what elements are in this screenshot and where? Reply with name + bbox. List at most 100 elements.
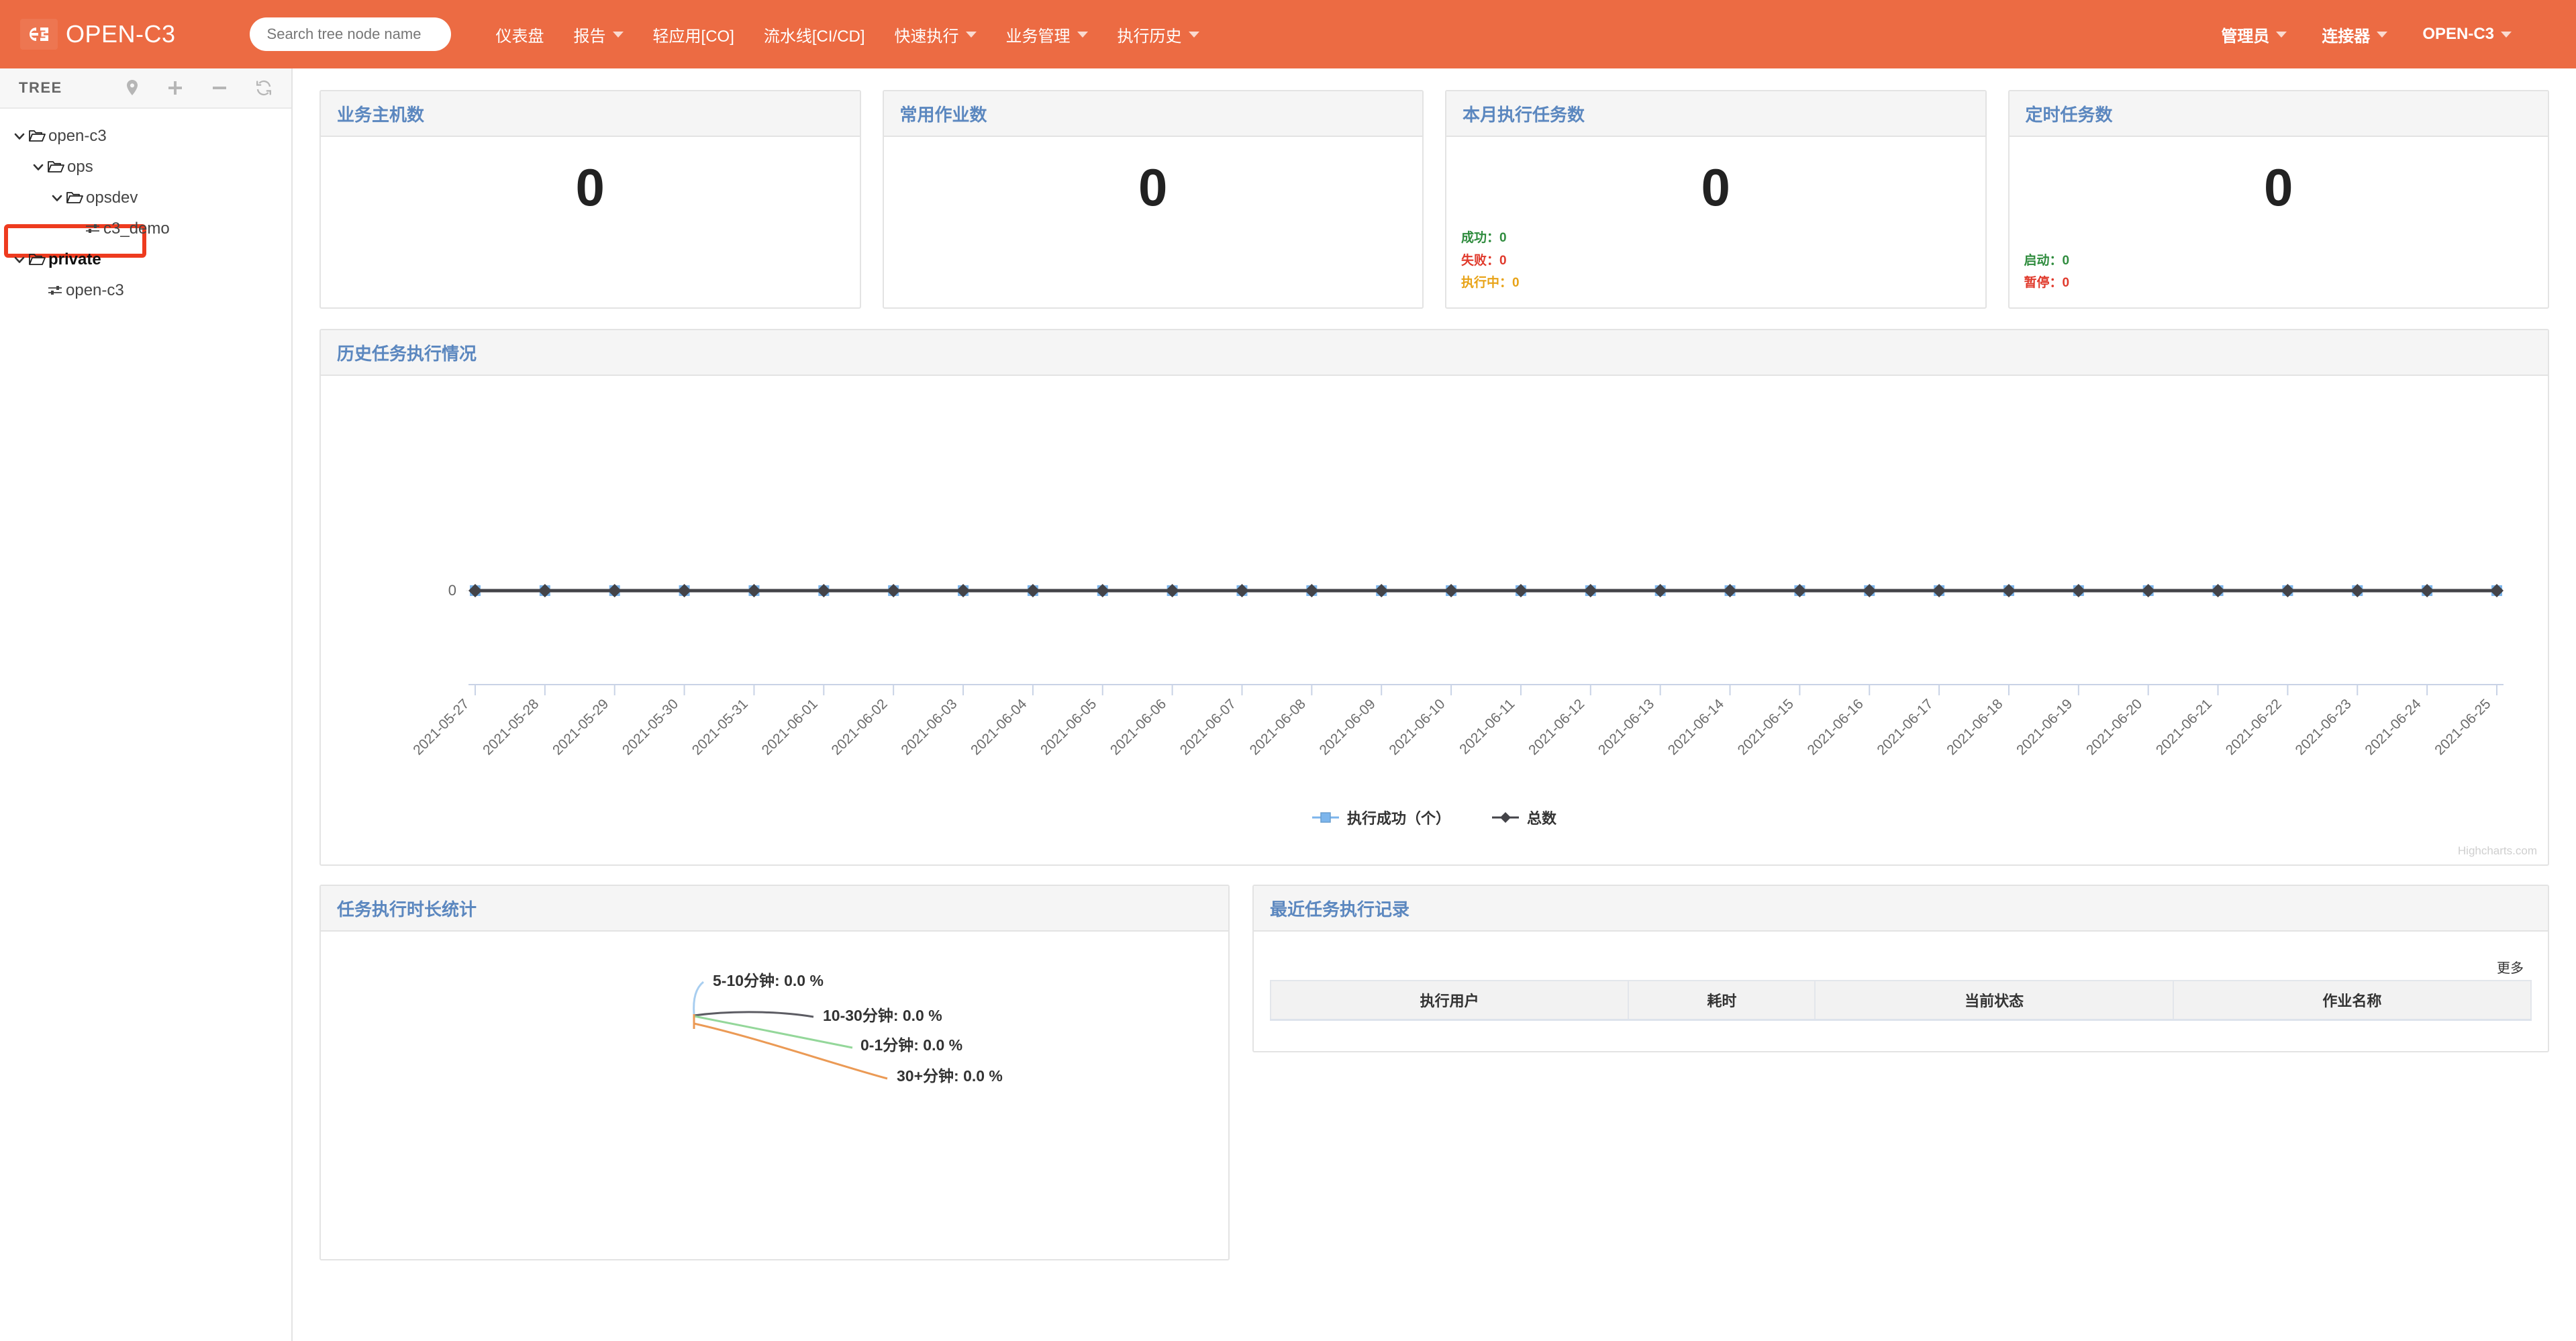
chevron-down-icon xyxy=(966,32,977,38)
kpi-card-header: 常用作业数 xyxy=(884,91,1423,137)
recent-records-body: 更多 执行用户耗时当前状态作业名称 xyxy=(1254,932,2548,1052)
chevron-down-icon xyxy=(613,32,624,38)
x-axis-tick-label: 2021-06-07 xyxy=(1177,696,1239,758)
location-pin-icon[interactable] xyxy=(125,79,140,97)
history-chart-title: 历史任务执行情况 xyxy=(337,340,477,365)
recent-records-header: 最近任务执行记录 xyxy=(1254,886,2548,932)
x-axis-tick-label: 2021-05-27 xyxy=(410,696,472,758)
pie-slice-connector xyxy=(694,1012,813,1017)
x-axis-tick-label: 2021-06-03 xyxy=(898,696,960,758)
kpi-card-body: 0成功：0失败：0执行中：0 xyxy=(1446,137,1985,307)
nav-item-label: OPEN-C3 xyxy=(2422,25,2494,44)
kpi-card-value: 0 xyxy=(2010,161,2548,213)
kpi-card-title: 定时任务数 xyxy=(2026,101,2113,126)
pie-slice-label: 5-10分钟: 0.0 % xyxy=(713,972,824,989)
nav-item-5[interactable]: 快速执行 xyxy=(880,0,991,68)
pie-slice-connector xyxy=(694,982,703,1014)
chevron-down-icon xyxy=(2276,32,2287,38)
chart-series-2[interactable] xyxy=(468,584,2504,597)
x-axis-tick-label: 2021-06-12 xyxy=(1526,696,1587,758)
x-axis-tick-label: 2021-06-18 xyxy=(1944,696,2005,758)
nav-item-label: 执行历史 xyxy=(1118,23,1182,46)
table-column-header[interactable]: 执行用户 xyxy=(1271,981,1628,1020)
nav-item-1[interactable]: 仪表盘 xyxy=(481,0,559,68)
tree-node-label: c3_demo xyxy=(103,219,170,238)
legend-item-label: 执行成功（个） xyxy=(1347,807,1450,828)
history-line-chart[interactable]: 02021-05-272021-05-282021-05-292021-05-3… xyxy=(321,376,2524,864)
user-nav-item-3[interactable]: OPEN-C3 xyxy=(2405,0,2529,68)
x-axis-tick-label: 2021-06-17 xyxy=(1874,696,1936,758)
tree-node-ops[interactable]: ops xyxy=(0,152,291,183)
folder-open-icon xyxy=(66,191,83,205)
kpi-card-title: 常用作业数 xyxy=(900,101,987,126)
kpi-card-body: 0 xyxy=(321,137,860,307)
nav-item-4[interactable]: 流水线[CI/CD] xyxy=(749,0,880,68)
pie-slices[interactable] xyxy=(694,982,887,1079)
x-axis-tick-label: 2021-06-13 xyxy=(1595,696,1657,758)
table-column-header[interactable]: 当前状态 xyxy=(1815,981,2173,1020)
x-axis-tick-label: 2021-06-06 xyxy=(1107,696,1169,758)
tree-node-private[interactable]: private xyxy=(0,244,291,275)
search-box[interactable] xyxy=(250,17,451,51)
legend-item-1[interactable]: 执行成功（个） xyxy=(1312,807,1450,828)
nav-item-2[interactable]: 报告 xyxy=(559,0,638,68)
table-column-header[interactable]: 作业名称 xyxy=(2173,981,2531,1020)
duration-pie-chart[interactable]: 5-10分钟: 0.0 %10-30分钟: 0.0 %0-1分钟: 0.0 %3… xyxy=(321,932,1228,1260)
kpi-card-header: 业务主机数 xyxy=(321,91,860,137)
nav-item-6[interactable]: 业务管理 xyxy=(991,0,1103,68)
more-link[interactable]: 更多 xyxy=(2497,957,2524,977)
brand[interactable]: OPEN-C3 xyxy=(20,0,176,68)
kpi-stat-value: 0 xyxy=(1512,276,1520,290)
recent-records-table: 执行用户耗时当前状态作业名称 xyxy=(1270,980,2532,1021)
x-axis-tick-label: 2021-05-31 xyxy=(689,696,751,758)
nav-item-label: 业务管理 xyxy=(1006,23,1071,46)
tree-actions xyxy=(125,79,273,97)
tree-node-open-c3[interactable]: open-c3 xyxy=(0,275,291,306)
history-chart-legend: 执行成功（个） 总数 xyxy=(321,807,2548,828)
secondary-nav: 管理员连接器 OPEN-C3 xyxy=(2203,0,2529,68)
user-nav-item-2[interactable]: 连接器 xyxy=(2304,0,2405,68)
x-axis-tick-label: 2021-06-24 xyxy=(2362,696,2424,758)
nav-item-7[interactable]: 执行历史 xyxy=(1103,0,1214,68)
history-chart-header: 历史任务执行情况 xyxy=(321,330,2548,376)
search-input[interactable] xyxy=(250,17,451,51)
kpi-card-breakdown: 成功：0失败：0执行中：0 xyxy=(1461,227,1520,294)
kpi-card-row: 业务主机数0常用作业数0本月执行任务数0成功：0失败：0执行中：0定时任务数0启… xyxy=(319,90,2549,309)
legend-item-2[interactable]: 总数 xyxy=(1492,807,1556,828)
highcharts-credit[interactable]: Highcharts.com xyxy=(2458,844,2537,858)
chevron-down-icon[interactable] xyxy=(11,251,28,268)
x-axis-tick-label: 2021-06-09 xyxy=(1317,696,1379,758)
tree-node-open-c3[interactable]: open-c3 xyxy=(0,121,291,152)
plus-icon[interactable] xyxy=(166,79,184,97)
pie-slice-label: 10-30分钟: 0.0 % xyxy=(823,1007,942,1024)
x-axis-tick-label: 2021-06-21 xyxy=(2153,696,2215,758)
kpi-card-title: 业务主机数 xyxy=(337,101,424,126)
history-chart-body: 02021-05-272021-05-282021-05-292021-05-3… xyxy=(321,376,2548,864)
kpi-card-title: 本月执行任务数 xyxy=(1463,101,1585,126)
dashboard-main: 业务主机数0常用作业数0本月执行任务数0成功：0失败：0执行中：0定时任务数0启… xyxy=(293,68,2576,1341)
user-nav-item-1[interactable]: 管理员 xyxy=(2203,0,2304,68)
kpi-card-value: 0 xyxy=(1446,161,1985,213)
c3-logo-icon xyxy=(20,19,58,50)
folder-open-icon xyxy=(28,252,46,267)
tree-header: TREE xyxy=(0,68,291,109)
tree-node-opsdev[interactable]: opsdev xyxy=(0,183,291,213)
x-axis-tick-label: 2021-06-10 xyxy=(1386,696,1448,758)
duration-chart-header: 任务执行时长统计 xyxy=(321,886,1228,932)
chevron-down-icon[interactable] xyxy=(11,128,28,145)
nav-item-label: 快速执行 xyxy=(895,23,959,46)
chevron-down-icon[interactable] xyxy=(48,189,66,207)
x-axis-tick-label: 2021-06-25 xyxy=(2432,696,2493,758)
x-axis-tick-label: 2021-06-01 xyxy=(759,696,821,758)
brand-name: OPEN-C3 xyxy=(66,20,176,48)
minus-icon[interactable] xyxy=(211,79,228,97)
kpi-stat-value: 0 xyxy=(1499,231,1507,245)
nav-item-3[interactable]: 轻应用[CO] xyxy=(638,0,749,68)
tree-node-c3-demo[interactable]: c3_demo xyxy=(0,213,291,244)
refresh-icon[interactable] xyxy=(255,79,273,97)
table-column-header[interactable]: 耗时 xyxy=(1628,981,1815,1020)
chevron-down-icon[interactable] xyxy=(30,158,47,176)
tree-node-label: private xyxy=(48,250,101,269)
tree-node-label: open-c3 xyxy=(48,127,107,146)
legend-marker-icon xyxy=(1492,811,1519,824)
